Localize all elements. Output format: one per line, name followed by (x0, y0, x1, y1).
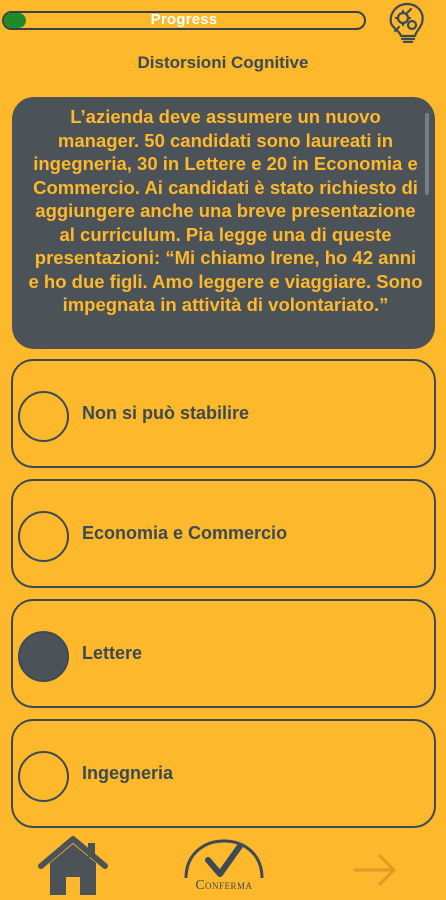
option-label: Ingegneria (82, 763, 174, 783)
radio-button[interactable] (18, 751, 69, 802)
option-card[interactable]: Economia e Commercio (11, 479, 436, 588)
option-label: Economia e Commercio (82, 523, 288, 543)
option-card[interactable]: Ingegneria (11, 719, 436, 828)
option-label: Non si può stabilire (82, 403, 250, 423)
progress-bar: Progress (2, 11, 366, 30)
confirm-button-label[interactable]: Conferma (178, 877, 270, 893)
arrow-right-icon[interactable] (352, 852, 398, 888)
option-card[interactable]: Lettere (11, 599, 436, 708)
option-label: Lettere (82, 643, 143, 663)
radio-button[interactable] (18, 511, 69, 562)
home-icon[interactable] (38, 835, 108, 897)
question-text: L’azienda deve assumere un nuovo manager… (28, 106, 423, 315)
question-scrollbar[interactable] (425, 113, 429, 195)
progress-label: Progress (150, 11, 218, 28)
radio-button[interactable] (18, 631, 69, 682)
radio-button[interactable] (18, 391, 69, 442)
category-title: Distorsioni Cognitive (137, 53, 309, 72)
option-card[interactable]: Non si può stabilire (11, 359, 436, 468)
question-panel[interactable]: L’azienda deve assumere un nuovo manager… (12, 97, 435, 349)
lightbulb-gears-icon[interactable] (385, 1, 429, 43)
